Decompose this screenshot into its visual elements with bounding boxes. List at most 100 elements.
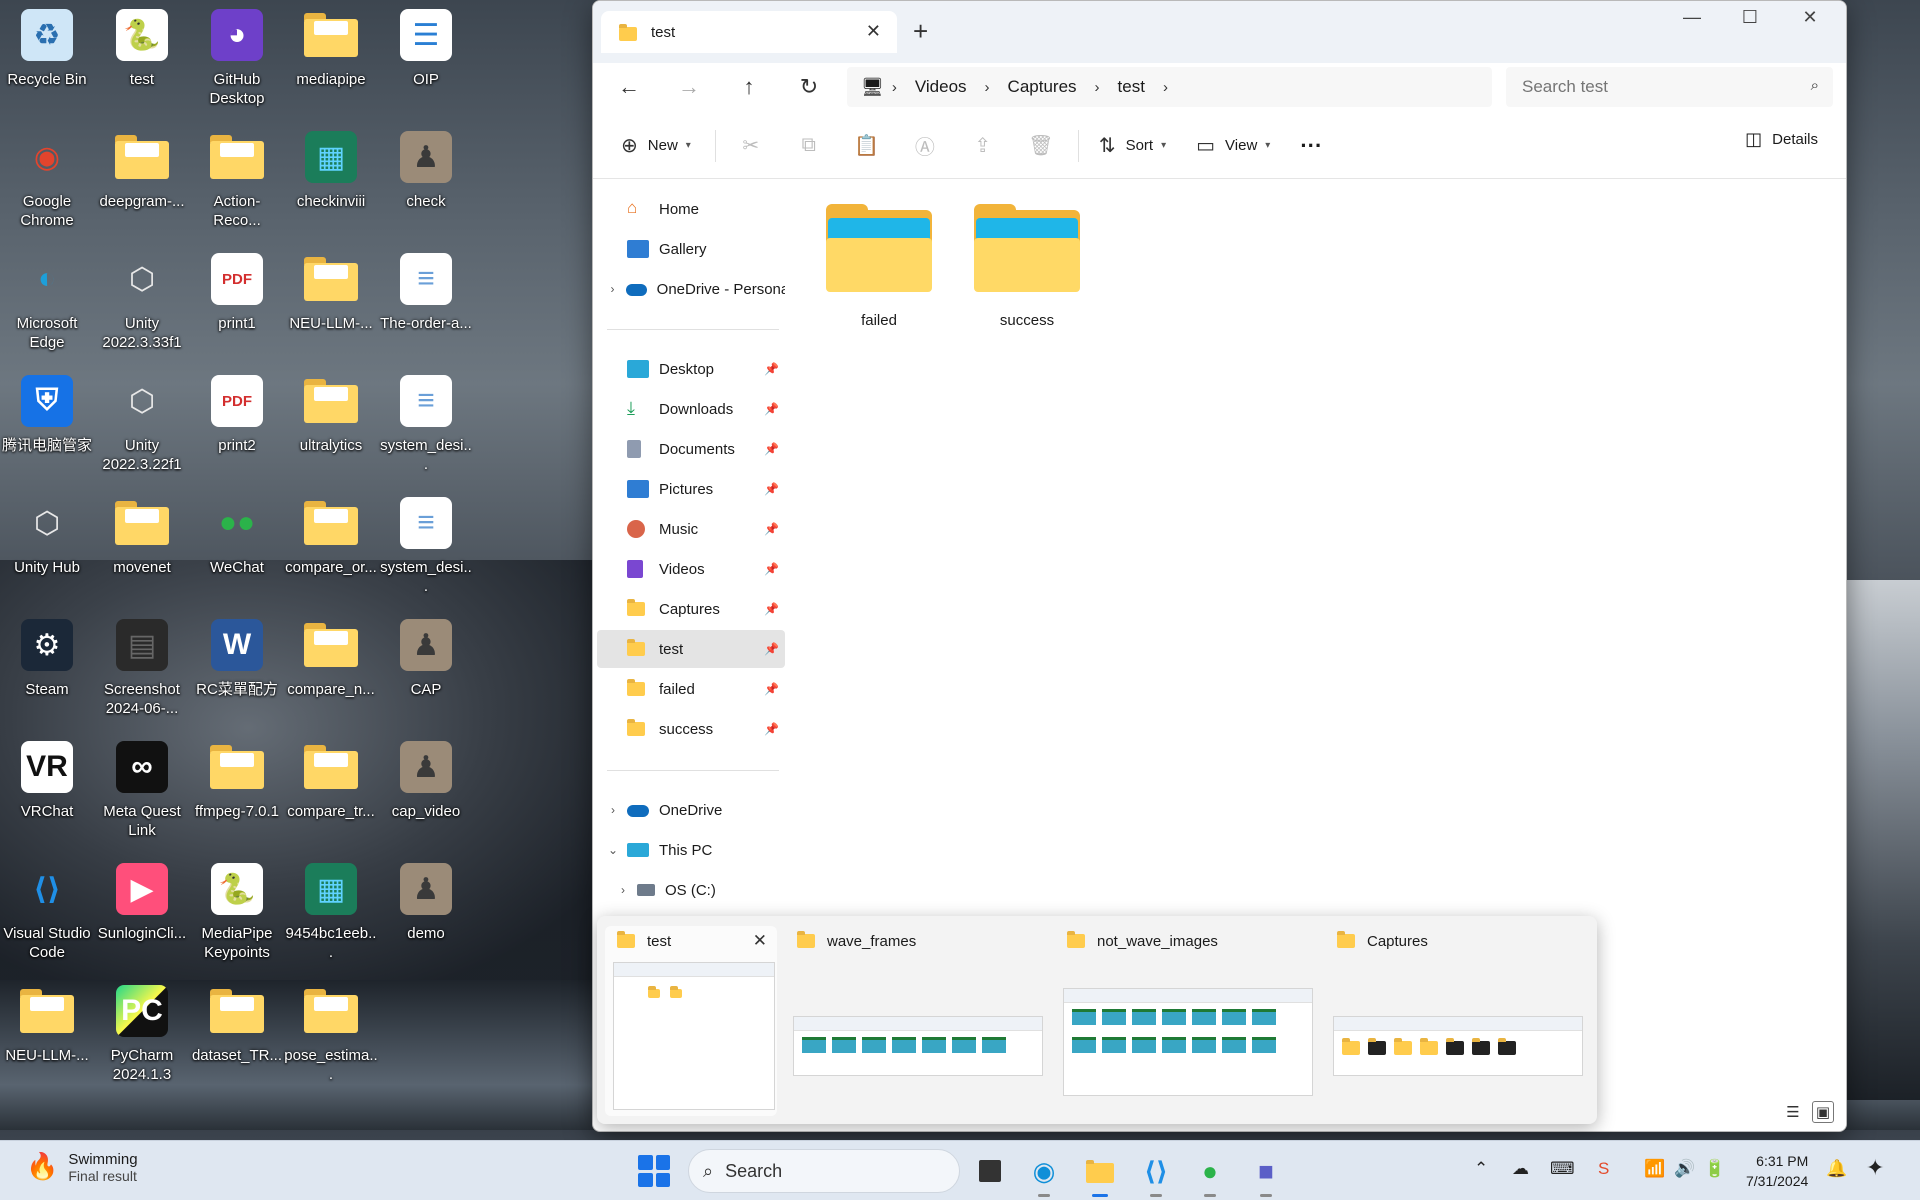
nav-downloads[interactable]: ⤓ Downloads 📌	[597, 390, 785, 428]
details-view-icon[interactable]: ☰	[1782, 1101, 1804, 1123]
teams-taskbar-button[interactable]: ■	[1246, 1151, 1286, 1197]
desktop-icon[interactable]: ⚙ Steam	[0, 610, 94, 728]
close-icon[interactable]: ✕	[753, 931, 767, 951]
close-tab-icon[interactable]: ✕	[866, 21, 881, 42]
close-window-button[interactable]: ✕	[1787, 7, 1833, 28]
nav-test[interactable]: test 📌	[597, 630, 785, 668]
thumbnail-not-wave-images[interactable]: not_wave_images	[1055, 926, 1317, 1116]
desktop-icon[interactable]: ♻ Recycle Bin	[0, 0, 94, 118]
chevron-down-icon[interactable]: ⌄	[603, 843, 623, 857]
wifi-icon[interactable]: 📶	[1644, 1159, 1665, 1179]
app-tray-icon[interactable]: S	[1598, 1159, 1609, 1179]
up-button[interactable]: ↑	[731, 71, 767, 103]
desktop-icon[interactable]: ≡ The-order-a...	[379, 244, 473, 362]
desktop-icon[interactable]: ♟ demo	[379, 854, 473, 972]
start-button[interactable]	[638, 1155, 670, 1187]
desktop-icon[interactable]: 🐍 test	[95, 0, 189, 118]
nav-this-pc[interactable]: ⌄ This PC	[597, 831, 785, 869]
desktop-icon[interactable]: compare_n...	[284, 610, 378, 728]
task-view-button[interactable]	[970, 1151, 1010, 1191]
desktop-icon[interactable]: 🐍 MediaPipe Keypoints	[190, 854, 284, 972]
chevron-right-icon[interactable]: ›	[613, 883, 633, 897]
nav-os-c[interactable]: › OS (C:)	[597, 871, 785, 909]
paste-button[interactable]: 📋	[846, 128, 888, 164]
nav-gallery[interactable]: Gallery	[597, 230, 785, 268]
desktop-icon[interactable]: ≡ system_desi...	[379, 366, 473, 484]
nav-videos[interactable]: Videos 📌	[597, 550, 785, 588]
thumbnail-test[interactable]: test ✕	[605, 926, 777, 1116]
breadcrumb-videos[interactable]: Videos	[915, 77, 967, 97]
desktop-icon[interactable]: ▦ 9454bc1eeb...	[284, 854, 378, 972]
copilot-icon[interactable]: ✦	[1866, 1155, 1884, 1181]
maximize-button[interactable]: ☐	[1727, 7, 1773, 28]
nav-home[interactable]: ⌂ Home	[597, 190, 785, 228]
nav-documents[interactable]: Documents 📌	[597, 430, 785, 468]
wechat-taskbar-button[interactable]: ●	[1190, 1151, 1230, 1197]
desktop-icon[interactable]: mediapipe	[284, 0, 378, 118]
clock[interactable]: 6:31 PM 7/31/2024	[1746, 1151, 1808, 1191]
desktop-icon[interactable]: ∞ Meta Quest Link	[95, 732, 189, 850]
desktop-icon[interactable]: compare_or...	[284, 488, 378, 606]
nav-onedrive-personal[interactable]: › OneDrive - Personal	[597, 270, 785, 308]
bell-icon[interactable]: 🔔	[1826, 1159, 1847, 1179]
desktop-icon[interactable]: ♟ cap_video	[379, 732, 473, 850]
input-method-icon[interactable]: ⌨	[1550, 1159, 1575, 1179]
volume-icon[interactable]: 🔊	[1674, 1159, 1695, 1179]
desktop-icon[interactable]: compare_tr...	[284, 732, 378, 850]
rename-button[interactable]: Ⓐ	[904, 128, 946, 164]
desktop-icon[interactable]: VR VRChat	[0, 732, 94, 850]
chevron-right-icon[interactable]: ›	[1163, 79, 1168, 96]
desktop-icon[interactable]: ≡ system_desi...	[379, 488, 473, 606]
vscode-taskbar-button[interactable]: ⟨⟩	[1136, 1151, 1176, 1197]
share-button[interactable]: ⇪	[962, 128, 1004, 164]
tiles-view-icon[interactable]: ▣	[1812, 1101, 1834, 1123]
taskbar-search[interactable]: ⌕ Search	[688, 1149, 960, 1193]
details-button[interactable]: ◫ Details	[1745, 129, 1818, 150]
desktop-icon[interactable]: movenet	[95, 488, 189, 606]
desktop-icon[interactable]: ⬡ Unity Hub	[0, 488, 94, 606]
desktop-icon[interactable]: PDF print2	[190, 366, 284, 484]
nav-onedrive[interactable]: › OneDrive	[597, 791, 785, 829]
desktop-icon[interactable]: PC PyCharm 2024.1.3	[95, 976, 189, 1094]
chevron-right-icon[interactable]: ›	[603, 803, 623, 817]
desktop-icon[interactable]: ◉ Google Chrome	[0, 122, 94, 240]
desktop-icon[interactable]: W RC菜單配方	[190, 610, 284, 728]
forward-button[interactable]: →	[671, 71, 707, 103]
breadcrumb-test[interactable]: test	[1118, 77, 1145, 97]
address-bar[interactable]: 🖥 › Videos › Captures › test ›	[847, 67, 1492, 107]
weather-widget[interactable]: 🔥 Swimming Final result	[26, 1151, 138, 1184]
nav-music[interactable]: Music 📌	[597, 510, 785, 548]
desktop-icon[interactable]: ▤ Screenshot 2024-06-...	[95, 610, 189, 728]
nav-failed[interactable]: failed 📌	[597, 670, 785, 708]
explorer-taskbar-button[interactable]	[1080, 1151, 1120, 1197]
nav-pictures[interactable]: Pictures 📌	[597, 470, 785, 508]
desktop-icon[interactable]: NEU-LLM-...	[0, 976, 94, 1094]
desktop-icon[interactable]: Action-Reco...	[190, 122, 284, 240]
battery-icon[interactable]: 🔋	[1704, 1159, 1725, 1179]
folder-item-success[interactable]: success	[967, 204, 1087, 340]
nav-desktop[interactable]: Desktop 📌	[597, 350, 785, 388]
more-options-button[interactable]: ···	[1294, 128, 1328, 164]
search-input[interactable]	[1522, 77, 1782, 97]
nav-success[interactable]: success 📌	[597, 710, 785, 748]
sort-button[interactable]: ⇅ Sort ▾	[1093, 128, 1172, 164]
refresh-button[interactable]: ↻	[791, 71, 827, 103]
desktop-icon[interactable]: pose_estima...	[284, 976, 378, 1094]
new-tab-button[interactable]: +	[913, 17, 928, 45]
desktop-icon[interactable]: ♟ CAP	[379, 610, 473, 728]
breadcrumb-captures[interactable]: Captures	[1008, 77, 1077, 97]
desktop-icon[interactable]: ⬡ Unity 2022.3.22f1	[95, 366, 189, 484]
chevron-up-icon[interactable]: ⌃	[1474, 1159, 1488, 1179]
desktop-icon[interactable]: ♟ check	[379, 122, 473, 240]
new-button[interactable]: ⊕ New ▾	[615, 128, 697, 164]
desktop-icon[interactable]: ●● WeChat	[190, 488, 284, 606]
back-button[interactable]: ←	[611, 71, 647, 103]
onedrive-tray-icon[interactable]: ☁	[1512, 1159, 1529, 1179]
desktop-icon[interactable]: ffmpeg-7.0.1	[190, 732, 284, 850]
desktop-icon[interactable]: deepgram-...	[95, 122, 189, 240]
desktop-icon[interactable]: PDF print1	[190, 244, 284, 362]
desktop-icon[interactable]: ☰ OIP	[379, 0, 473, 118]
desktop-icon[interactable]: ultralytics	[284, 366, 378, 484]
thumbnail-captures[interactable]: Captures	[1325, 926, 1587, 1116]
desktop-icon[interactable]: dataset_TR...	[190, 976, 284, 1094]
